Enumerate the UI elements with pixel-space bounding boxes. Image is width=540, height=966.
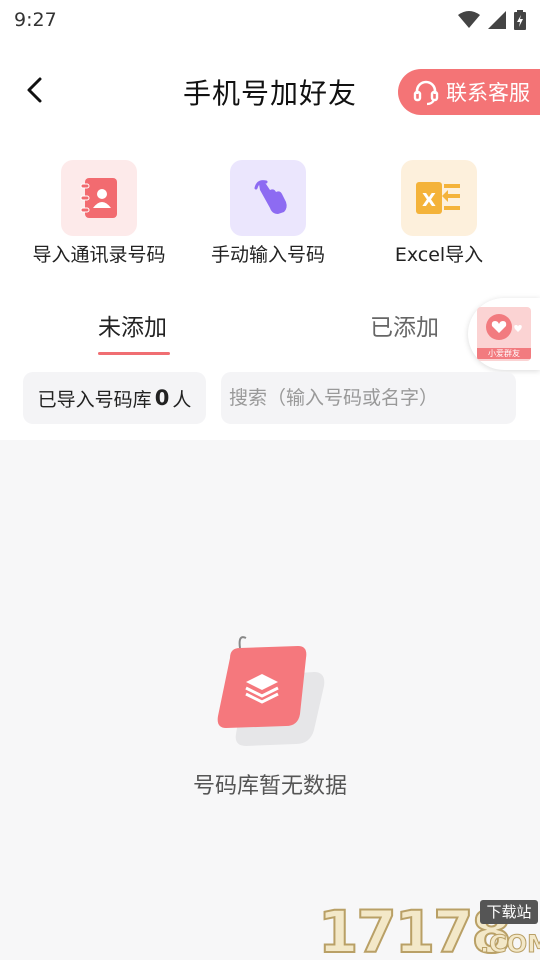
excel-import-action[interactable]: X Excel导入	[359, 160, 519, 267]
import-contacts-action[interactable]: 导入通讯录号码	[19, 160, 179, 267]
excel-import-tile: X	[401, 160, 477, 236]
excel-import-label: Excel导入	[394, 244, 484, 266]
status-icons	[458, 10, 526, 30]
imported-count-value: 0	[154, 386, 170, 410]
header: 手机号加好友 联系客服	[0, 60, 540, 124]
floating-badge-label: 小爱群友	[477, 348, 531, 359]
import-actions: 导入通讯录号码 手动输入号码 X Excel导入	[0, 160, 540, 270]
status-bar: 9:27	[0, 0, 540, 40]
wifi-icon	[458, 11, 480, 28]
tab-active-underline	[98, 352, 170, 355]
manual-input-tile	[230, 160, 306, 236]
watermark-domain: .COM	[479, 930, 540, 959]
status-time: 9:27	[14, 9, 57, 31]
headset-icon	[413, 80, 439, 106]
manual-input-action[interactable]: 手动输入号码	[188, 160, 348, 267]
excel-import-icon: X	[416, 182, 460, 214]
empty-folder-icon	[217, 636, 325, 746]
floating-badge-image: 小爱群友	[477, 307, 531, 361]
battery-icon	[514, 10, 526, 30]
heart-chat-icon	[486, 314, 522, 340]
contacts-book-icon	[80, 178, 117, 218]
floating-group-badge[interactable]: 小爱群友	[468, 298, 540, 370]
import-contacts-tile	[61, 160, 137, 236]
imported-count-prefix: 已导入号码库	[37, 388, 152, 411]
imported-count: 已导入号码库 0 人	[23, 372, 206, 424]
empty-state-text: 号码库暂无数据	[192, 774, 347, 799]
number-list-area: 号码库暂无数据	[0, 440, 540, 960]
tab-bar: 未添加 已添加	[0, 300, 540, 360]
manual-input-label: 手动输入号码	[210, 244, 325, 266]
watermark-logo: 17178 下载站 .COM	[317, 900, 540, 962]
svg-text:X: X	[422, 190, 436, 211]
tab-added[interactable]: 已添加	[370, 308, 439, 342]
signal-icon	[488, 11, 506, 29]
hand-tap-icon	[254, 180, 287, 214]
imported-count-suffix: 人	[172, 388, 192, 411]
tab-not-added[interactable]: 未添加	[98, 308, 167, 342]
search-input[interactable]	[221, 372, 516, 424]
import-contacts-label: 导入通讯录号码	[32, 244, 166, 266]
contact-service-button[interactable]: 联系客服	[398, 69, 540, 115]
contact-service-label: 联系客服	[446, 81, 530, 105]
watermark-tag: 下载站	[480, 900, 538, 924]
